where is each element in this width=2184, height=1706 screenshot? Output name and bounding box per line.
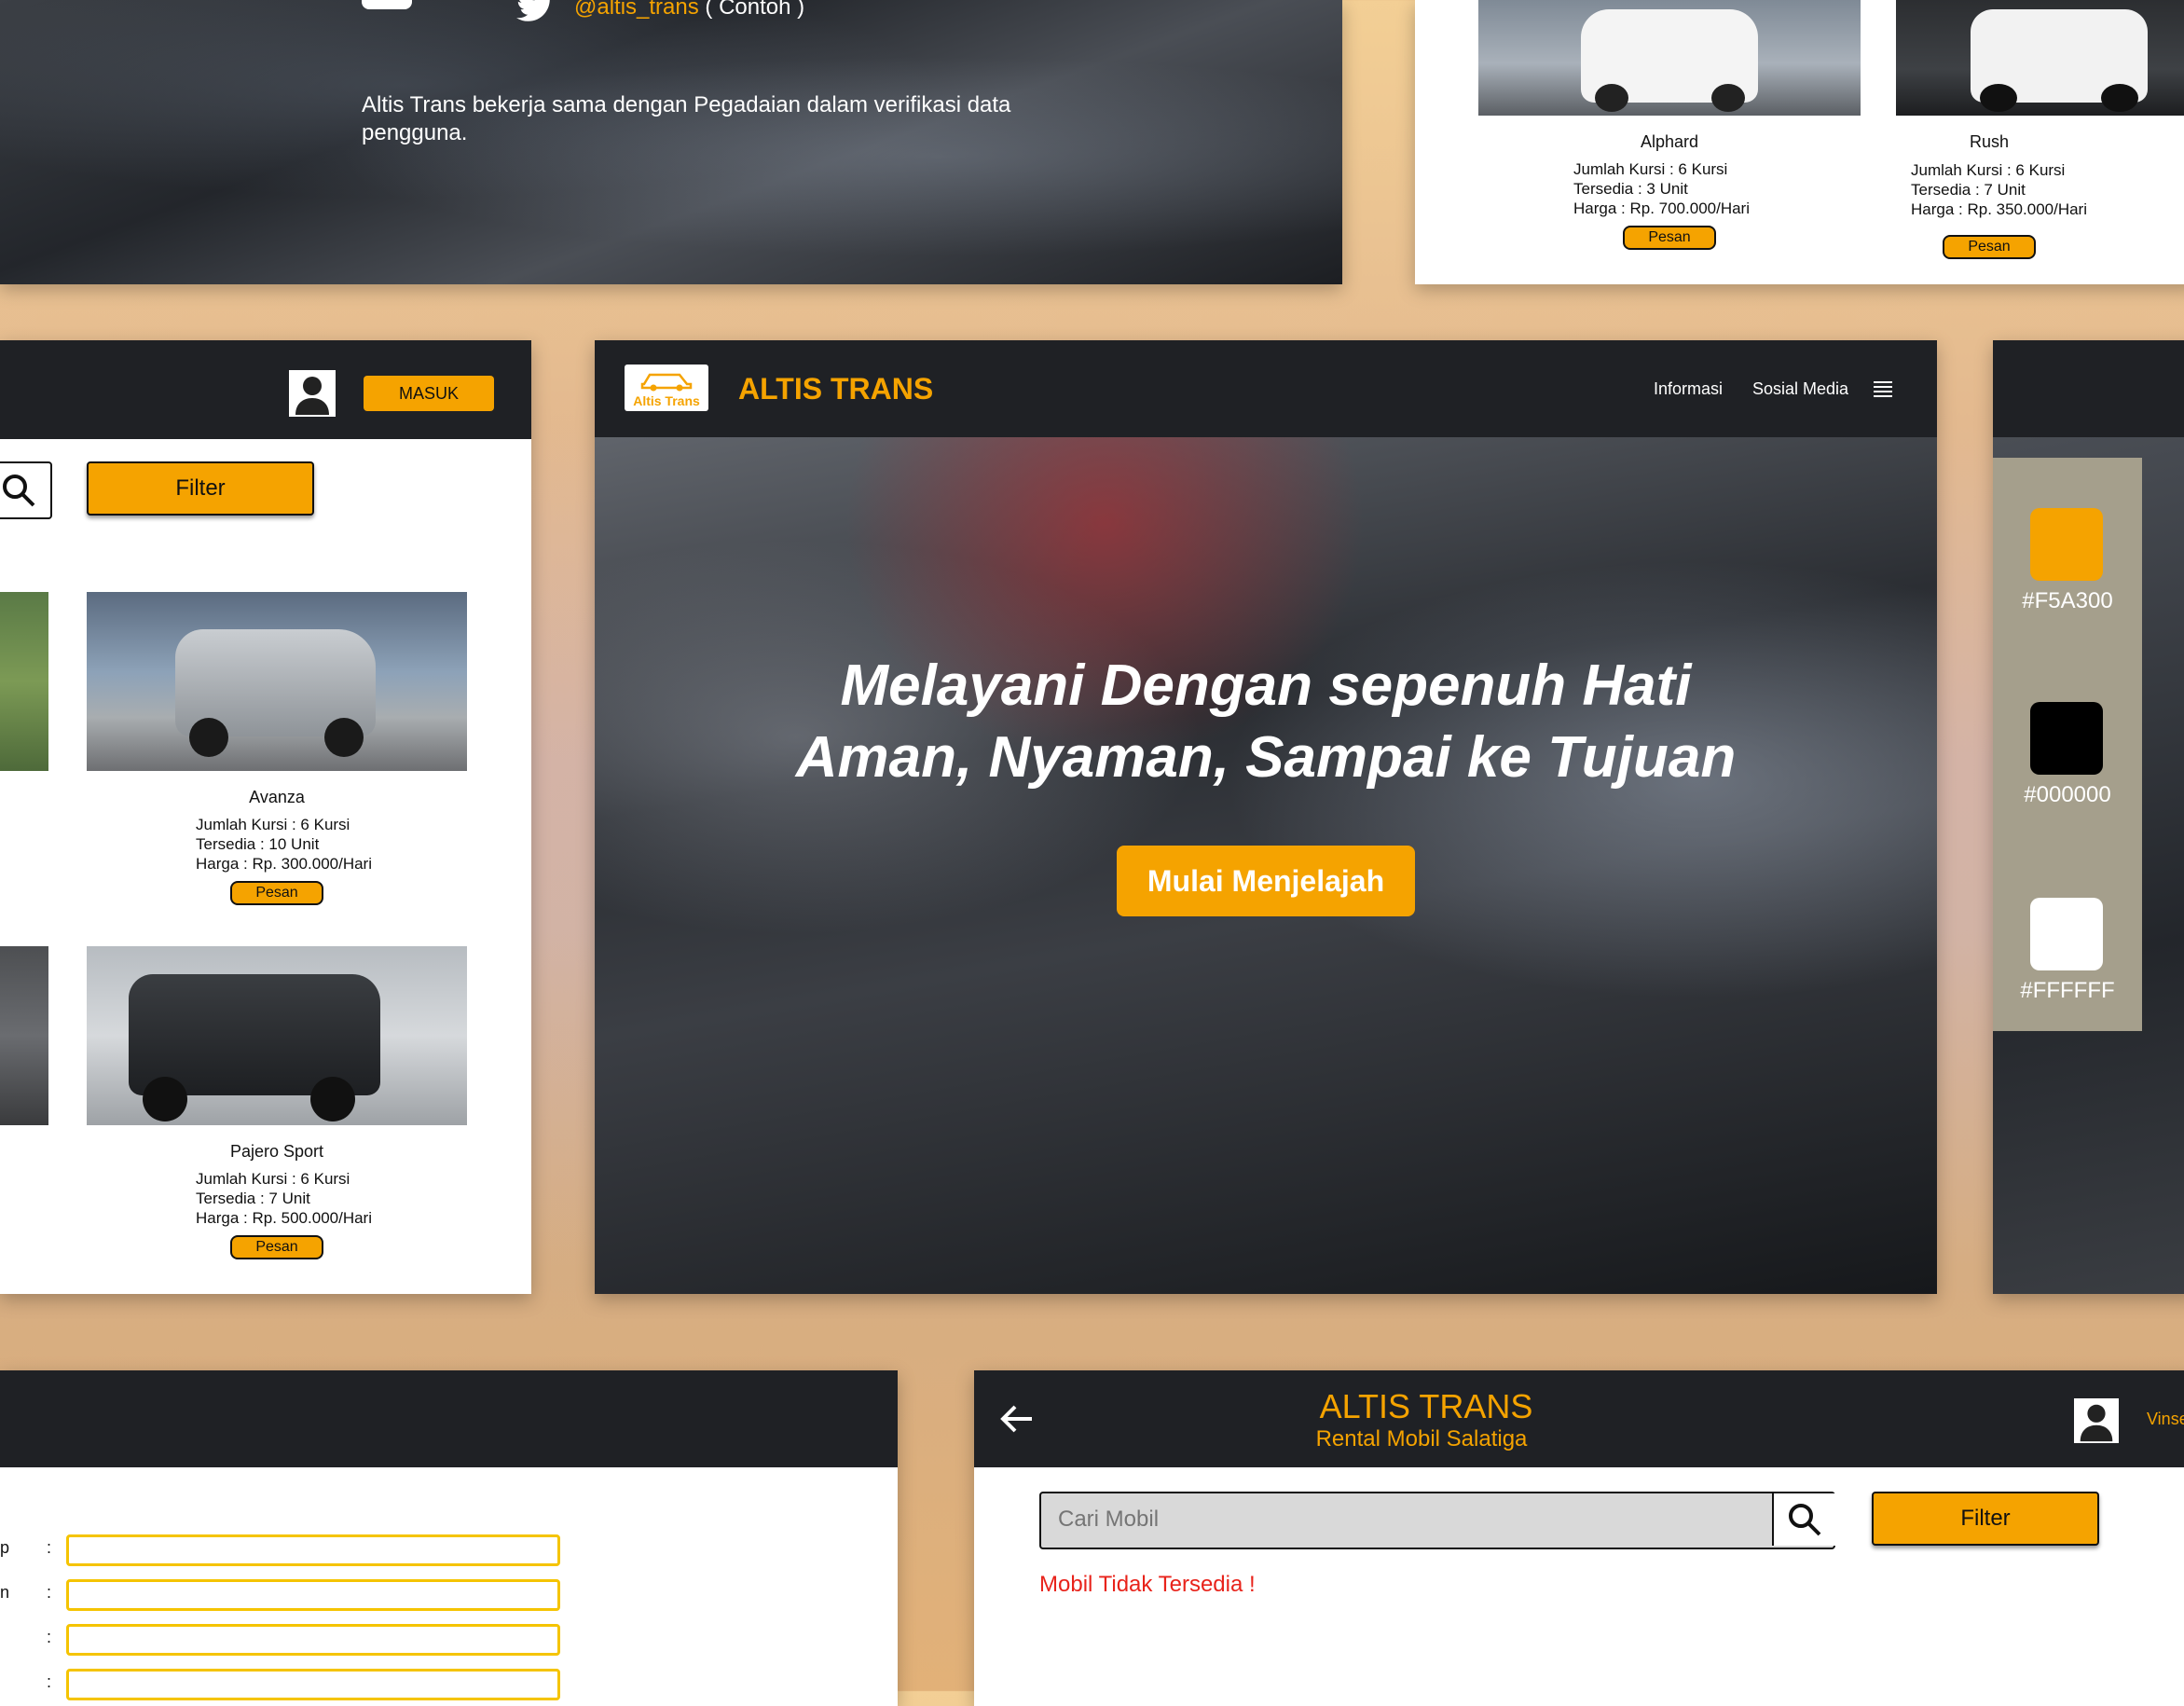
form-input[interactable]	[66, 1624, 560, 1656]
car-stock: Tersedia : 7 Unit	[1911, 181, 2026, 199]
car-price: Harga : Rp. 500.000/Hari	[196, 1209, 372, 1227]
car-name: Avanza	[249, 788, 305, 806]
brand-name[interactable]: ALTIS TRANS	[974, 1387, 1878, 1426]
car-image-avanza	[87, 592, 467, 771]
form-label: n	[0, 1583, 10, 1602]
menu-icon[interactable]	[1874, 381, 1892, 397]
car-image-rush	[1896, 0, 2184, 116]
brand-subtitle: Rental Mobil Salatiga	[1315, 1426, 1528, 1451]
header-bar: MASUK	[0, 340, 531, 439]
navbar: Altis Trans ALTIS TRANS Informasi Sosial…	[595, 340, 1937, 437]
car-name: Pajero Sport	[229, 1142, 324, 1161]
user-name[interactable]: Vinse	[2147, 1410, 2184, 1429]
car-image-partial	[0, 946, 48, 1125]
login-button[interactable]: MASUK	[364, 376, 494, 411]
car-name: Rush	[1969, 132, 2010, 151]
palette-panel: #F5A300 #000000 #FFFFFF	[1993, 340, 2184, 1294]
swatch-accent-label: #F5A300	[2022, 588, 2113, 613]
car-name: Alphard	[1640, 132, 1699, 151]
swatch-accent	[2030, 508, 2103, 581]
car-seats: Jumlah Kursi : 6 Kursi	[1911, 161, 2066, 179]
car-card: Pajero Sport Jumlah Kursi : 6 Kursi Ters…	[87, 946, 467, 1259]
user-avatar-icon[interactable]	[289, 370, 336, 417]
brand-name[interactable]: ALTIS TRANS	[738, 372, 933, 406]
form-label: p	[0, 1538, 10, 1557]
car-price: Harga : Rp. 350.000/Hari	[1911, 200, 2087, 218]
car-seats: Jumlah Kursi : 6 Kursi	[196, 1170, 350, 1188]
form-colon: :	[47, 1583, 52, 1602]
color-palette: #F5A300 #000000 #FFFFFF	[1993, 458, 2142, 1031]
nav-sosial-media[interactable]: Sosial Media	[1752, 379, 1848, 399]
user-avatar-icon[interactable]	[2074, 1398, 2119, 1443]
info-panel: @altis_trans ( Contoh ) Altis Trans beke…	[0, 0, 1342, 284]
brand-logo[interactable]: Altis Trans	[625, 365, 708, 411]
swatch-white-label: #FFFFFF	[2020, 978, 2115, 1003]
search-bar	[1039, 1492, 1835, 1549]
form-row: p :	[0, 1534, 898, 1566]
search-box[interactable]	[0, 461, 52, 519]
filter-button[interactable]: Filter	[1872, 1492, 2099, 1546]
form-row: :	[0, 1669, 898, 1700]
hero-headline-line1: Melayani Dengan sepenuh Hati	[840, 654, 1692, 718]
car-price: Harga : Rp. 300.000/Hari	[196, 855, 372, 873]
form-colon: :	[47, 1538, 52, 1557]
form-colon: :	[47, 1672, 52, 1691]
car-stock: Tersedia : 7 Unit	[196, 1190, 310, 1207]
form-panel: p : n : : :	[0, 1370, 898, 1706]
empty-message: Mobil Tidak Tersedia !	[1039, 1572, 1256, 1597]
hero-panel: Altis Trans ALTIS TRANS Informasi Sosial…	[595, 340, 1937, 1294]
twitter-icon[interactable]	[515, 0, 556, 22]
swatch-black	[2030, 702, 2103, 775]
order-button[interactable]: Pesan	[230, 1235, 323, 1259]
search-icon[interactable]	[1786, 1501, 1823, 1538]
nav-informasi[interactable]: Informasi	[1654, 379, 1723, 399]
car-listing-panel-left: MASUK Filter Avanza Jumlah Kursi : 6 Kur…	[0, 340, 531, 1294]
filter-button[interactable]: Filter	[87, 461, 314, 516]
hero-headline-line2: Aman, Nyaman, Sampai ke Tujuan	[795, 725, 1737, 790]
car-stock: Tersedia : 3 Unit	[1573, 180, 1688, 198]
car-image-pajero	[87, 946, 467, 1125]
car-card: Rush Jumlah Kursi : 6 Kursi Tersedia : 7…	[1896, 0, 2184, 259]
form-colon: :	[47, 1628, 52, 1646]
search-icon[interactable]	[0, 472, 37, 509]
car-stock: Tersedia : 10 Unit	[196, 835, 320, 853]
logo-text: Altis Trans	[633, 393, 700, 408]
order-button[interactable]: Pesan	[1623, 226, 1716, 250]
form-input[interactable]	[66, 1534, 560, 1566]
car-seats: Jumlah Kursi : 6 Kursi	[1573, 160, 1728, 178]
header-bar: ALTIS TRANS Rental Mobil Salatiga Vinse	[974, 1370, 2184, 1467]
info-description: Altis Trans bekerja sama dengan Pegadaia…	[362, 92, 1011, 145]
search-input[interactable]	[1041, 1493, 1768, 1546]
car-listing-panel-top: Alphard Jumlah Kursi : 6 Kursi Tersedia …	[1415, 0, 2184, 284]
search-button[interactable]	[1772, 1493, 1835, 1546]
search-panel: ALTIS TRANS Rental Mobil Salatiga Vinse …	[974, 1370, 2184, 1706]
car-logo-icon	[640, 373, 693, 392]
form-row: n :	[0, 1579, 898, 1611]
phone-icon	[362, 0, 412, 9]
twitter-note: ( Contoh )	[698, 0, 805, 20]
order-button[interactable]: Pesan	[230, 881, 323, 905]
form-input[interactable]	[66, 1579, 560, 1611]
car-price: Harga : Rp. 700.000/Hari	[1573, 199, 1750, 217]
header-bar	[0, 1370, 898, 1467]
car-card: Alphard Jumlah Kursi : 6 Kursi Tersedia …	[1478, 0, 1861, 250]
twitter-handle[interactable]: @altis_trans	[574, 0, 699, 20]
swatch-white	[2030, 898, 2103, 970]
form-input[interactable]	[66, 1669, 560, 1700]
car-image-alphard	[1478, 0, 1861, 116]
order-button[interactable]: Pesan	[1943, 235, 2036, 259]
navbar-partial	[1993, 340, 2184, 437]
explore-button[interactable]: Mulai Menjelajah	[1117, 846, 1415, 916]
swatch-black-label: #000000	[2024, 782, 2111, 807]
car-seats: Jumlah Kursi : 6 Kursi	[196, 816, 350, 833]
form-row: :	[0, 1624, 898, 1656]
car-card: Avanza Jumlah Kursi : 6 Kursi Tersedia :…	[87, 592, 467, 905]
car-image-partial	[0, 592, 48, 771]
